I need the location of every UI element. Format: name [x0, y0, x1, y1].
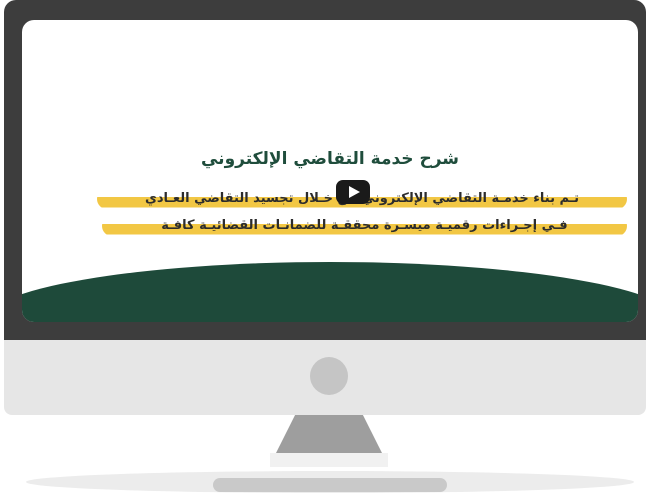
floor-bar — [213, 478, 447, 492]
monitor-stand-neck — [276, 415, 382, 453]
play-icon — [349, 186, 360, 198]
monitor-stand-base — [270, 453, 388, 467]
green-wave-decoration — [22, 262, 638, 322]
play-button[interactable] — [336, 180, 370, 204]
video-subtitle-line-2: فـي إجـراءات رقميـة ميسـرة محققـة للضمان… — [102, 216, 627, 236]
monitor-logo-circle — [310, 357, 348, 395]
video-title: شرح خدمة التقاضي الإلكتروني — [200, 149, 460, 169]
video-screen[interactable]: شرح خدمة التقاضي الإلكتروني تـم بناء خدم… — [22, 20, 638, 322]
